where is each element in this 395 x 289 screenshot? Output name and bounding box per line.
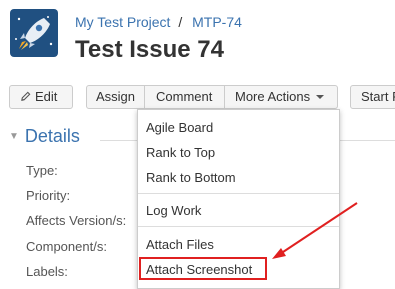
- menu-separator: [138, 193, 339, 194]
- field-label-type: Type:: [26, 163, 58, 178]
- menu-separator: [138, 226, 339, 227]
- details-section-header[interactable]: ▼ Details: [9, 126, 80, 147]
- collapse-triangle-icon: ▼: [9, 131, 19, 142]
- field-label-affects-version: Affects Version/s:: [26, 213, 127, 228]
- menu-item-log-work[interactable]: Log Work: [146, 203, 201, 218]
- edit-button-label: Edit: [35, 89, 58, 104]
- rocket-icon: [15, 16, 53, 50]
- assign-button[interactable]: Assign: [86, 85, 145, 109]
- breadcrumb: My Test Project / MTP-74: [75, 14, 242, 30]
- highlight-box: [139, 257, 267, 280]
- menu-item-agile-board[interactable]: Agile Board: [146, 120, 213, 135]
- field-label-components: Component/s:: [26, 239, 107, 254]
- project-avatar[interactable]: [10, 9, 58, 57]
- pencil-icon: [21, 91, 31, 101]
- menu-item-attach-files[interactable]: Attach Files: [146, 237, 214, 252]
- more-actions-label: More Actions: [235, 89, 311, 104]
- start-progress-button[interactable]: Start P: [350, 85, 395, 109]
- chevron-down-icon: [316, 95, 325, 99]
- details-heading: Details: [24, 126, 80, 146]
- menu-item-rank-to-bottom[interactable]: Rank to Bottom: [146, 170, 236, 185]
- edit-button[interactable]: Edit: [9, 85, 73, 109]
- breadcrumb-project-link[interactable]: My Test Project: [75, 14, 170, 30]
- field-label-labels: Labels:: [26, 264, 68, 279]
- comment-button[interactable]: Comment: [145, 85, 225, 109]
- breadcrumb-separator: /: [178, 14, 183, 30]
- more-actions-button[interactable]: More Actions: [225, 85, 338, 109]
- field-label-priority: Priority:: [26, 188, 71, 203]
- menu-item-rank-to-top[interactable]: Rank to Top: [146, 145, 215, 160]
- breadcrumb-issue-link[interactable]: MTP-74: [192, 14, 242, 30]
- issue-title: Test Issue 74: [75, 36, 224, 63]
